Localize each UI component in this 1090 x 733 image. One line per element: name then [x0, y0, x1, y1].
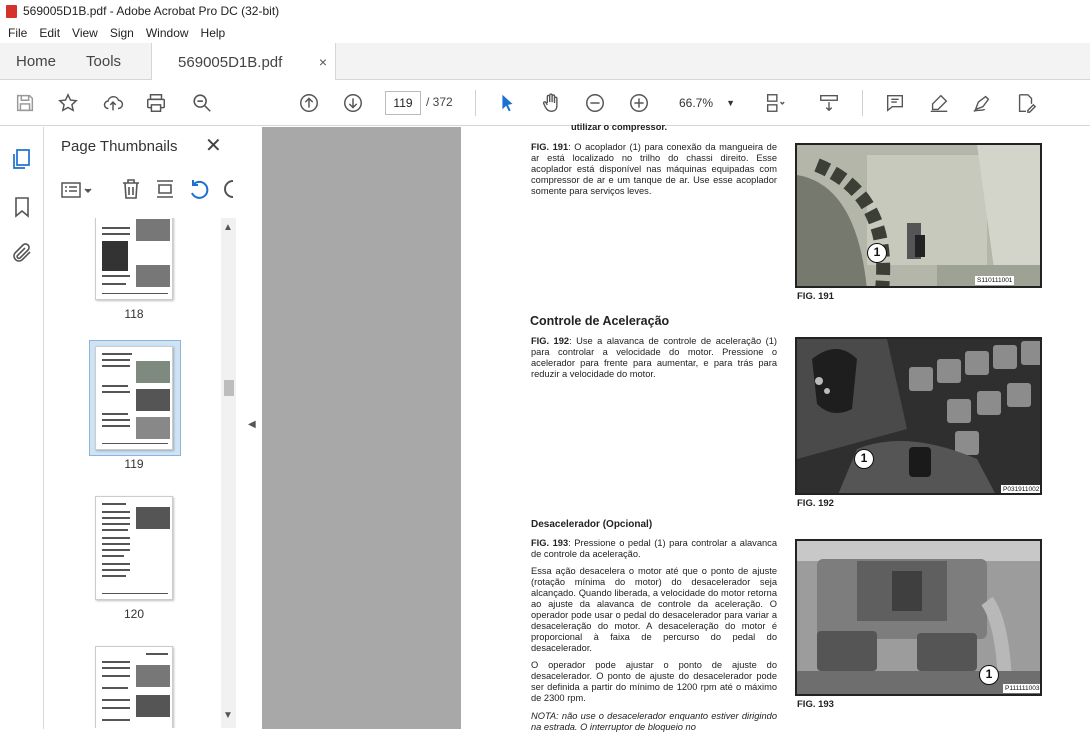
fig192-image: 1 P031911002: [795, 337, 1042, 495]
trash-icon[interactable]: [119, 177, 143, 201]
zoom-level-value: 66.7%: [679, 96, 714, 110]
save-icon[interactable]: [12, 90, 38, 116]
window-titlebar: 569005D1B.pdf - Adobe Acrobat Pro DC (32…: [0, 0, 1090, 22]
extract-pages-icon[interactable]: [153, 177, 177, 201]
menu-file[interactable]: File: [2, 26, 33, 40]
acrobat-pdf-icon: [6, 4, 17, 18]
thumbnail-page-selected[interactable]: [95, 346, 173, 450]
fig191-code: S110111001: [975, 276, 1015, 285]
hand-tool-icon[interactable]: [538, 90, 564, 116]
fig191-image: 1 S110111001: [795, 143, 1042, 288]
menu-view[interactable]: View: [66, 26, 104, 40]
thumbnail-list[interactable]: 118 119 120: [45, 218, 221, 728]
fig193-image: 1 P111111003: [795, 539, 1042, 696]
fig192-caption: FIG. 192: [797, 498, 834, 509]
page-number-input[interactable]: 119: [385, 91, 421, 115]
scroll-down-arrow-icon[interactable]: ▼: [223, 710, 233, 721]
thumbnail-options-menu[interactable]: [61, 179, 95, 201]
thumbnail-page-label: 119: [124, 457, 144, 471]
zoom-out-icon[interactable]: [582, 90, 608, 116]
tab-close-icon[interactable]: ×: [319, 54, 327, 70]
close-icon[interactable]: ✕: [205, 133, 222, 158]
panel-collapse-bar[interactable]: ◀: [244, 127, 262, 729]
menu-sign[interactable]: Sign: [104, 26, 140, 40]
select-cursor-icon[interactable]: [494, 90, 520, 116]
collapse-left-arrow-icon[interactable]: ◀: [248, 419, 256, 430]
fig193-paragraph: FIG. 193: Pressione o pedal (1) para con…: [531, 538, 777, 560]
fig192-paragraph: FIG. 192: Use a alavanca de controle de …: [531, 336, 777, 380]
bookmark-star-icon[interactable]: [55, 90, 81, 116]
window-title: 569005D1B.pdf - Adobe Acrobat Pro DC (32…: [23, 4, 280, 18]
rotate-icon[interactable]: [187, 177, 211, 201]
left-navigation-rail: [0, 127, 44, 729]
find-zoom-icon[interactable]: [189, 90, 215, 116]
heading-decelerator: Desacelerador (Opcional): [531, 519, 653, 530]
page-display-icon[interactable]: [762, 90, 788, 116]
tab-tools[interactable]: Tools: [72, 43, 135, 80]
fig191-ref: FIG. 191: [531, 142, 569, 152]
bookmarks-icon[interactable]: [10, 195, 34, 219]
fig191-illustration: [797, 145, 1040, 286]
fig192-code: P031911002: [1001, 485, 1040, 493]
thumbnail-page[interactable]: [95, 496, 173, 600]
thumbnail-page[interactable]: [95, 646, 173, 728]
menu-bar: File Edit View Sign Window Help: [0, 22, 1090, 43]
fig192-illustration: [797, 339, 1040, 493]
page-top-cut-text: utilizar o compressor.: [571, 122, 668, 132]
draw-pen-icon[interactable]: [969, 90, 995, 116]
zoom-level-dropdown[interactable]: 66.7% ▼: [673, 91, 741, 115]
panel-title: Page Thumbnails: [61, 138, 178, 155]
rotate-clockwise-icon[interactable]: [221, 177, 233, 201]
tab-bar: Home Tools 569005D1B.pdf ×: [0, 43, 1090, 81]
page-total-count: / 372: [426, 95, 453, 109]
fig193-caption: FIG. 193: [797, 699, 834, 710]
toolbar-divider: [475, 90, 476, 116]
document-view[interactable]: utilizar o compressor. FIG. 191: O acopl…: [262, 122, 1090, 732]
fig191-caption: FIG. 191: [797, 291, 834, 302]
edit-sign-icon[interactable]: [1013, 90, 1039, 116]
scrollbar-thumb[interactable]: [224, 380, 234, 396]
callout-marker: 1: [854, 449, 874, 469]
fig192-ref: FIG. 192: [531, 336, 570, 346]
fig191-paragraph: FIG. 191: O acoplador (1) para conexão d…: [531, 142, 777, 197]
thumbnail-page-label: 120: [123, 607, 145, 621]
thumbnail-page-label: 118: [124, 307, 144, 321]
previous-page-icon[interactable]: [296, 90, 322, 116]
tab-document-label: 569005D1B.pdf: [178, 53, 283, 71]
decelerator-paragraph-2: O operador pode ajustar o ponto de ajust…: [531, 660, 777, 703]
callout-marker: 1: [979, 665, 999, 685]
page-thumbnails-icon[interactable]: [10, 147, 34, 171]
fig193-ref: FIG. 193: [531, 538, 569, 548]
highlight-pen-icon[interactable]: [926, 90, 952, 116]
next-page-icon[interactable]: [340, 90, 366, 116]
decelerator-note: NOTA: não use o desacelerador enquanto e…: [531, 711, 777, 732]
thumbnail-page[interactable]: [95, 218, 173, 300]
scroll-mode-icon[interactable]: [816, 90, 842, 116]
decelerator-paragraph-1: Essa ação desacelera o motor até que o p…: [531, 566, 777, 653]
heading-throttle-control: Controle de Aceleração: [530, 314, 670, 328]
scroll-up-arrow-icon[interactable]: ▲: [223, 222, 233, 233]
menu-window[interactable]: Window: [140, 26, 195, 40]
print-icon[interactable]: [143, 90, 169, 116]
thumbnail-scrollbar[interactable]: ▲ ▼: [221, 218, 236, 728]
tab-document[interactable]: 569005D1B.pdf ×: [151, 43, 337, 81]
menu-help[interactable]: Help: [195, 26, 232, 40]
fig193-body: : Pressione o pedal (1) para controlar a…: [531, 538, 777, 559]
comment-icon[interactable]: [882, 90, 908, 116]
upload-cloud-icon[interactable]: [100, 90, 126, 116]
chevron-down-icon: ▼: [726, 98, 735, 108]
zoom-in-icon[interactable]: [626, 90, 652, 116]
panel-toolbar: [57, 177, 237, 203]
menu-edit[interactable]: Edit: [33, 26, 66, 40]
fig193-code: P111111003: [1003, 684, 1040, 693]
callout-marker: 1: [867, 243, 887, 263]
tab-home[interactable]: Home: [0, 43, 72, 80]
attachments-icon[interactable]: [10, 241, 34, 265]
pdf-page: utilizar o compressor. FIG. 191: O acopl…: [461, 122, 1090, 732]
toolbar-divider: [862, 90, 863, 116]
fig191-body: : O acoplador (1) para conexão da mangue…: [531, 142, 778, 196]
fig193-illustration: [797, 541, 1040, 694]
